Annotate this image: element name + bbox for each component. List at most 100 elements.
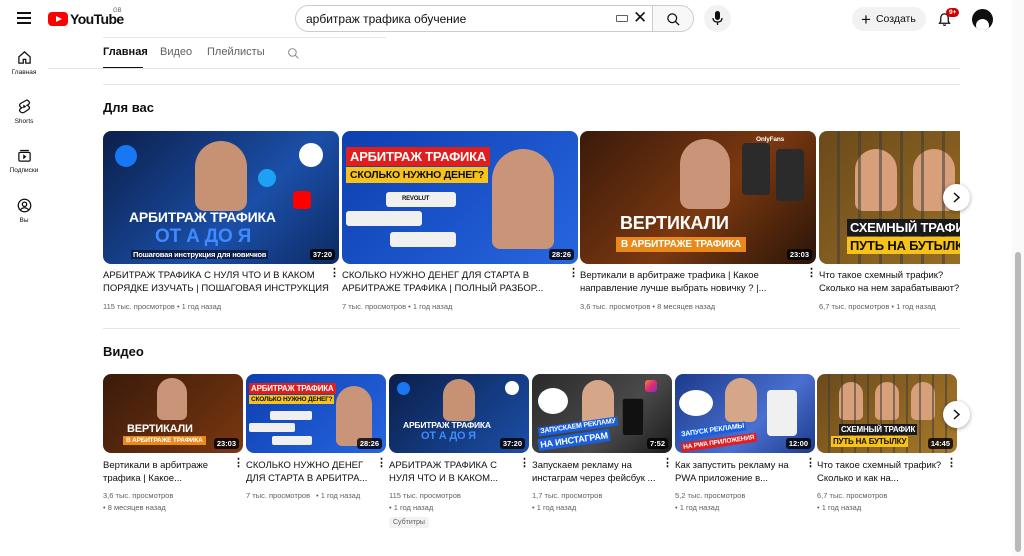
search-input[interactable]	[306, 12, 606, 26]
thumbnail-caption: Пошаговая инструкция для новичков	[131, 250, 269, 259]
video-card[interactable]: АРБИТРАЖ ТРАФИКА ОТ А ДО Я 37:20 АРБИТРА…	[389, 374, 530, 534]
video-title[interactable]: Вертикали в арбитраже трафика | Какое...	[103, 459, 231, 485]
sidebar-label: Shorts	[14, 118, 34, 125]
sidebar-label: Главная	[11, 69, 37, 76]
video-title[interactable]: Как запустить рекламу на PWA приложение …	[675, 459, 803, 485]
you-icon	[17, 198, 31, 213]
revolut-card	[272, 436, 312, 445]
video-age: • 1 год назад	[675, 503, 720, 512]
video-card[interactable]: OnlyFans ВЕРТИКАЛИ В АРБИТРАЖЕ ТРАФИКА 2…	[580, 131, 817, 316]
create-button[interactable]: + Создать	[852, 7, 926, 31]
section-title-videos: Видео	[103, 344, 144, 359]
video-thumbnail[interactable]: СХЕМНЫЙ ТРАФИК ПУТЬ НА БУТЫЛКУ 14:45	[817, 374, 957, 453]
scrollbar-thumb[interactable]	[1015, 252, 1021, 552]
more-actions-icon[interactable]: ⋮	[805, 458, 816, 469]
video-card[interactable]: СХЕМНЫЙ ТРАФИК ПУТЬ НА БУТЫЛКУ 14:45 Что…	[817, 374, 957, 534]
section-divider	[103, 84, 960, 85]
search-button[interactable]	[652, 5, 694, 32]
thumbnail-subheadline: СКОЛЬКО НУЖНО ДЕНЕГ?	[346, 167, 489, 183]
video-title[interactable]: АРБИТРАЖ ТРАФИКА С НУЛЯ ЧТО И В КАКОМ ПО…	[103, 269, 329, 295]
video-duration: 23:03	[213, 438, 239, 449]
search-box	[295, 5, 653, 32]
video-duration: 37:20	[309, 249, 335, 260]
thumbnail-headline: АРБИТРАЖ ТРАФИКА	[249, 383, 336, 394]
video-card[interactable]: ЗАПУСКАЕМ РЕКЛАМУ НА ИНСТАГРАМ 7:52 Запу…	[532, 374, 673, 534]
video-thumbnail[interactable]: ВЕРТИКАЛИ В АРБИТРАЖЕ ТРАФИКА 23:03	[103, 374, 243, 453]
video-card[interactable]: АРБИТРАЖ ТРАФИКА СКОЛЬКО НУЖНО ДЕНЕГ? 28…	[246, 374, 387, 534]
sidebar-item-home[interactable]: Главная	[0, 50, 48, 76]
tab-playlists[interactable]: Плейлисты	[207, 46, 265, 58]
account-avatar[interactable]	[972, 9, 993, 30]
video-card[interactable]: ВЕРТИКАЛИ В АРБИТРАЖЕ ТРАФИКА 23:03 Верт…	[103, 374, 244, 534]
thumbnail-headline: ВЕРТИКАЛИ	[620, 213, 729, 233]
video-thumbnail[interactable]: СХЕМНЫЙ ТРАФИК ПУТЬ НА БУТЫЛКУ	[819, 131, 960, 264]
more-actions-icon[interactable]: ⋮	[806, 268, 817, 279]
video-thumbnail[interactable]: АРБИТРАЖ ТРАФИКА СКОЛЬКО НУЖНО ДЕНЕГ? 28…	[246, 374, 386, 453]
masthead: YouTube GB ✕ + Создать 9+	[0, 0, 1024, 38]
video-title[interactable]: СКОЛЬКО НУЖНО ДЕНЕГ ДЛЯ СТАРТА В АРБИТРА…	[342, 269, 566, 295]
voice-search-button[interactable]	[704, 5, 731, 32]
video-title[interactable]: Вертикали в арбитраже трафика | Какое на…	[580, 269, 806, 295]
video-duration: 12:00	[785, 438, 811, 449]
thumbnail-subheadline: ОТ А ДО Я	[421, 430, 476, 442]
thumbnail-headline: АРБИТРАЖ ТРАФИКА	[403, 420, 491, 430]
presenter-face	[492, 149, 554, 249]
menu-icon[interactable]	[17, 12, 31, 24]
video-title[interactable]: АРБИТРАЖ ТРАФИКА С НУЛЯ ЧТО И В КАКОМ...	[389, 459, 517, 485]
video-title[interactable]: Запускаем рекламу на инстаграм через фей…	[532, 459, 660, 485]
tab-videos[interactable]: Видео	[160, 46, 192, 58]
thumbnail-caption: OnlyFans	[756, 136, 785, 143]
channel-tabs: Главная Видео Плейлисты	[103, 46, 383, 70]
channel-search-icon[interactable]	[287, 47, 300, 60]
video-card[interactable]: АРБИТРАЖ ТРАФИКА ОТ А ДО Я Пошаговая инс…	[103, 131, 340, 316]
next-arrow-button[interactable]	[943, 184, 970, 211]
revolut-card	[249, 423, 295, 432]
presenter-face	[680, 139, 730, 209]
video-card[interactable]: ЗАПУСК РЕКЛАМЫ НА PWA ПРИЛОЖЕНИЯ 12:00 К…	[675, 374, 816, 534]
video-thumbnail[interactable]: АРБИТРАЖ ТРАФИКА СКОЛЬКО НУЖНО ДЕНЕГ? RE…	[342, 131, 578, 264]
revolut-card	[346, 211, 422, 226]
more-actions-icon[interactable]: ⋮	[519, 458, 530, 469]
more-actions-icon[interactable]: ⋮	[329, 268, 340, 279]
thumbnail-subheadline: В АРБИТРАЖЕ ТРАФИКА	[123, 436, 206, 445]
tab-home[interactable]: Главная	[103, 46, 148, 58]
presenter-face	[157, 378, 187, 420]
video-thumbnail[interactable]: АРБИТРАЖ ТРАФИКА ОТ А ДО Я Пошаговая инс…	[103, 131, 339, 264]
sidebar-item-you[interactable]: Вы	[0, 198, 48, 224]
chevron-right-icon	[953, 192, 961, 203]
video-duration: 7:52	[646, 438, 668, 449]
video-views: 115 тыс. просмотров	[389, 491, 461, 500]
video-thumbnail[interactable]: ЗАПУСК РЕКЛАМЫ НА PWA ПРИЛОЖЕНИЯ 12:00	[675, 374, 815, 453]
thumbnail-subheadline: ПУТЬ НА БУТЫЛКУ	[831, 436, 909, 447]
clear-search-icon[interactable]: ✕	[633, 9, 647, 26]
create-label: Создать	[875, 13, 916, 25]
sidebar-item-subscriptions[interactable]: Подписки	[0, 148, 48, 174]
more-actions-icon[interactable]: ⋮	[662, 458, 673, 469]
page-scrollbar[interactable]	[1012, 0, 1024, 556]
more-actions-icon[interactable]: ⋮	[233, 458, 244, 469]
video-thumbnail[interactable]: OnlyFans ВЕРТИКАЛИ В АРБИТРАЖЕ ТРАФИКА 2…	[580, 131, 816, 264]
more-actions-icon[interactable]: ⋮	[376, 458, 387, 469]
video-age: • 1 год назад	[817, 503, 862, 512]
next-arrow-button[interactable]	[943, 401, 970, 428]
video-thumbnail[interactable]: АРБИТРАЖ ТРАФИКА ОТ А ДО Я 37:20	[389, 374, 529, 453]
video-views: 3,6 тыс. просмотров	[103, 491, 174, 500]
revolut-card	[390, 232, 456, 247]
thumbnail-headline: СХЕМНЫЙ ТРАФИК	[847, 219, 960, 236]
video-age: • 1 год назад	[389, 503, 434, 512]
more-actions-icon[interactable]: ⋮	[568, 268, 579, 279]
sidebar-item-shorts[interactable]: Shorts	[0, 99, 48, 125]
video-title[interactable]: Что такое схемный трафик? Сколько и как …	[817, 459, 943, 485]
thumbnail-caption: REVOLUT	[402, 196, 430, 202]
chevron-right-icon	[953, 409, 961, 420]
video-card[interactable]: СХЕМНЫЙ ТРАФИК ПУТЬ НА БУТЫЛКУ Что такое…	[819, 131, 960, 316]
video-card[interactable]: АРБИТРАЖ ТРАФИКА СКОЛЬКО НУЖНО ДЕНЕГ? RE…	[342, 131, 579, 316]
youtube-play-icon	[48, 12, 68, 26]
keyboard-icon[interactable]	[616, 15, 628, 22]
sidebar-label: Вы	[19, 217, 29, 224]
more-actions-icon[interactable]: ⋮	[946, 458, 957, 469]
video-title[interactable]: Что такое схемный трафик? Сколько на нем…	[819, 269, 960, 295]
video-title[interactable]: СКОЛЬКО НУЖНО ДЕНЕГ ДЛЯ СТАРТА В АРБИТРА…	[246, 459, 374, 485]
phone-image	[622, 398, 644, 436]
video-thumbnail[interactable]: ЗАПУСКАЕМ РЕКЛАМУ НА ИНСТАГРАМ 7:52	[532, 374, 672, 453]
